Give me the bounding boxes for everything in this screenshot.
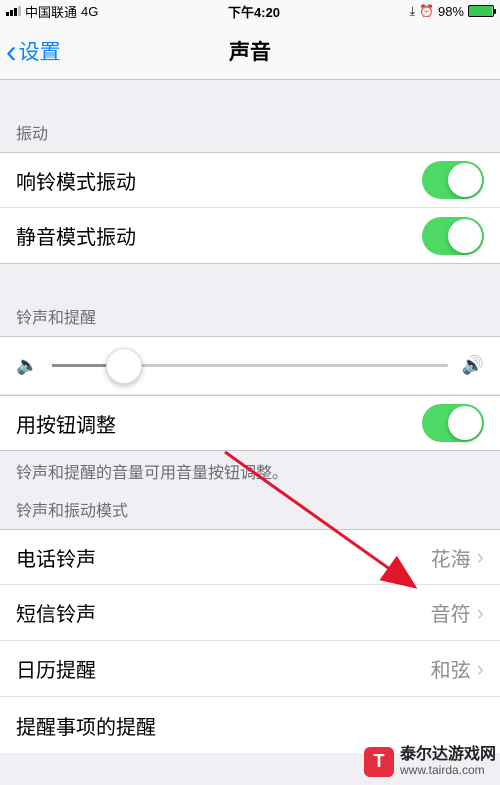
ringer-volume-slider[interactable] bbox=[52, 364, 447, 367]
row-label: 短信铃声 bbox=[16, 598, 96, 627]
section-header-ringer: 铃声和提醒 bbox=[0, 298, 500, 336]
section-header-patterns: 铃声和振动模式 bbox=[0, 491, 500, 529]
row-reminder-alert[interactable]: 提醒事项的提醒 bbox=[0, 697, 500, 753]
row-label: 静音模式振动 bbox=[16, 221, 136, 250]
nav-bar: ‹ 设置 声音 bbox=[0, 22, 500, 80]
status-left: 中国联通 4G bbox=[6, 2, 98, 21]
chevron-right-icon: › bbox=[477, 656, 484, 682]
row-vibrate-on-ring: 响铃模式振动 bbox=[0, 152, 500, 208]
carrier-label: 中国联通 bbox=[25, 2, 77, 21]
orientation-lock-icon: ⤓ bbox=[410, 4, 415, 19]
battery-icon bbox=[468, 5, 494, 17]
group-patterns: 电话铃声 花海 › 短信铃声 音符 › 日历提醒 和弦 › 提醒事项的提醒 bbox=[0, 529, 500, 753]
row-label: 用按钮调整 bbox=[16, 409, 116, 438]
row-calendar-alert[interactable]: 日历提醒 和弦 › bbox=[0, 641, 500, 697]
chevron-right-icon: › bbox=[477, 544, 484, 570]
back-label: 设置 bbox=[19, 36, 61, 66]
group-ringer: 用按钮调整 bbox=[0, 395, 500, 451]
speaker-high-icon: 🔊 bbox=[462, 355, 484, 376]
alarm-icon: ⏰ bbox=[419, 4, 434, 18]
row-label: 电话铃声 bbox=[16, 543, 96, 572]
page-title: 声音 bbox=[229, 36, 271, 66]
toggle-vibrate-on-ring[interactable] bbox=[422, 161, 484, 199]
back-button[interactable]: ‹ 设置 bbox=[6, 22, 61, 79]
section-footer-ringer: 铃声和提醒的音量可用音量按钮调整。 bbox=[0, 451, 500, 491]
row-ringtone[interactable]: 电话铃声 花海 › bbox=[0, 529, 500, 585]
row-change-with-buttons: 用按钮调整 bbox=[0, 395, 500, 451]
toggle-vibrate-on-silent[interactable] bbox=[422, 217, 484, 255]
status-bar: 中国联通 4G 下午4:20 ⤓ ⏰ 98% bbox=[0, 0, 500, 22]
row-vibrate-on-silent: 静音模式振动 bbox=[0, 208, 500, 264]
network-label: 4G bbox=[81, 4, 98, 19]
row-value: 花海 bbox=[431, 543, 471, 572]
row-label: 提醒事项的提醒 bbox=[16, 711, 156, 740]
slider-thumb[interactable] bbox=[106, 348, 142, 384]
row-value: 和弦 bbox=[431, 654, 471, 683]
speaker-low-icon: 🔈 bbox=[16, 355, 38, 376]
row-value: 音符 bbox=[431, 598, 471, 627]
row-text-tone[interactable]: 短信铃声 音符 › bbox=[0, 585, 500, 641]
signal-icon bbox=[6, 6, 21, 16]
row-label: 响铃模式振动 bbox=[16, 166, 136, 195]
toggle-change-with-buttons[interactable] bbox=[422, 404, 484, 442]
battery-percent: 98% bbox=[438, 4, 464, 19]
watermark-url: www.tairda.com bbox=[400, 764, 496, 777]
watermark-logo-icon: T bbox=[364, 747, 394, 777]
section-header-vibration: 振动 bbox=[0, 114, 500, 152]
chevron-right-icon: › bbox=[477, 600, 484, 626]
status-time: 下午4:20 bbox=[228, 2, 280, 21]
group-vibration: 响铃模式振动 静音模式振动 bbox=[0, 152, 500, 264]
status-right: ⤓ ⏰ 98% bbox=[410, 4, 494, 19]
watermark-name: 泰尔达游戏网 bbox=[400, 746, 496, 764]
watermark: T 泰尔达游戏网 www.tairda.com bbox=[364, 746, 496, 777]
row-label: 日历提醒 bbox=[16, 654, 96, 683]
row-ringer-volume: 🔈 🔊 bbox=[0, 336, 500, 395]
